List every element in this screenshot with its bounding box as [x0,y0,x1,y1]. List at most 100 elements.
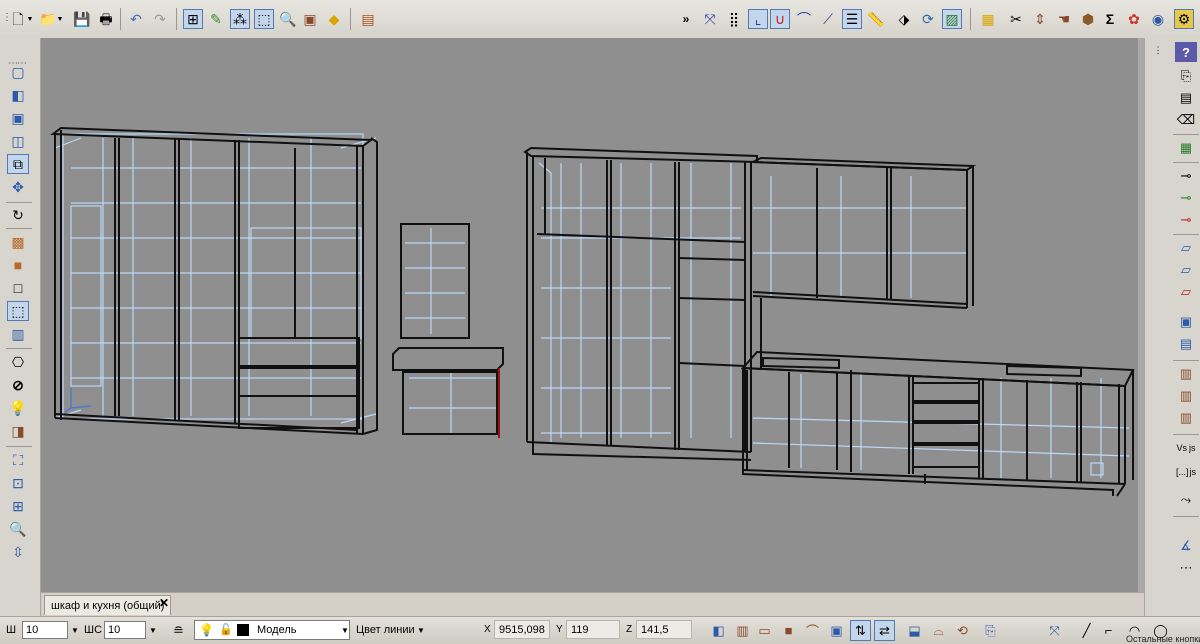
undo-icon[interactable]: ↶ [126,9,146,29]
snap-axis-icon[interactable]: ⤧ [700,9,720,29]
zoom-icon[interactable]: 🔍 [7,519,29,539]
axes-icon[interactable]: ⤧ [1044,620,1065,641]
angle-icon[interactable]: ∡ [1175,536,1197,556]
mirror-model[interactable] [400,223,470,339]
zoom-region-icon[interactable]: ⊞ [7,496,29,516]
width-input[interactable]: 10 [22,621,68,639]
magnet-icon[interactable]: ∪ [770,9,790,29]
print-icon[interactable]: 🖶 [96,9,116,29]
fastener-add-icon[interactable]: ⊸ [1175,188,1197,208]
panels-view-icon[interactable]: ▥ [7,324,29,344]
view-iso-icon[interactable]: ◧ [708,620,729,641]
panel-add-icon[interactable]: ▱ [1175,238,1197,258]
eye-icon[interactable]: ◉ [1148,9,1168,29]
pan-icon[interactable]: ⇳ [7,542,29,562]
object-icon[interactable]: ◨ [7,421,29,441]
help-icon[interactable]: ? [1175,42,1197,62]
camera-icon[interactable]: ⎔ [7,352,29,372]
package-icon[interactable]: ▦ [978,9,998,29]
save-icon[interactable]: 💾 [72,9,92,29]
scissors-icon[interactable]: ✂ [1006,9,1026,29]
frame-icon[interactable]: ▨ [942,9,962,29]
zoom-icon[interactable]: 🔍 [278,9,298,29]
fastener-remove-icon[interactable]: ⊸ [1175,210,1197,230]
view-front-icon[interactable]: ▢ [7,62,29,82]
material-icon[interactable]: ▣ [300,9,320,29]
layers-icon[interactable]: ≘ [168,620,189,641]
line-color-label[interactable]: Цвет линии [356,624,415,636]
script-icon[interactable]: [...] js [1175,462,1197,482]
sigma-icon[interactable]: Σ [1100,9,1120,29]
wardrobe-model[interactable] [50,126,378,435]
chevron-down-icon[interactable]: ▼ [414,621,428,639]
object-tree-icon[interactable]: ⊞ [183,9,203,29]
kitchen-upper-cabinets[interactable] [752,156,977,368]
grip-dots-icon[interactable]: ⋯ [1175,558,1197,578]
viewport-splitter[interactable] [1138,38,1144,592]
grip-dots-icon[interactable]: ⋮ [1153,40,1163,60]
chevron-down-icon[interactable]: ▼ [56,9,64,29]
delete-icon[interactable]: ⌫ [1175,110,1197,130]
align-icon[interactable]: ⇕ [1030,9,1050,29]
shaded-view-icon[interactable]: ■ [7,255,29,275]
vertical-snap-icon[interactable]: ⇅ [850,620,871,641]
cabinet-edit-icon[interactable]: ▥ [1175,408,1197,428]
fastener-icon[interactable]: ⊸ [1175,166,1197,186]
panel-icon[interactable]: ▥ [732,620,753,641]
rotate-body-icon[interactable]: ⟲ [952,620,973,641]
layers-icon[interactable]: ☰ [842,9,862,29]
settings-icon[interactable]: ⚙ [1174,9,1194,29]
variables-icon[interactable]: Vs js [1175,438,1197,458]
redo-icon[interactable]: ↷ [150,9,170,29]
select-icon[interactable]: ⬚ [254,9,274,29]
kitchen-tall-cabinets[interactable] [523,146,758,461]
chevron-down-icon[interactable]: ▼ [338,621,352,639]
panel-move-icon[interactable]: ▣ [1175,312,1197,332]
fit-all-icon[interactable]: ⛶ [7,450,29,470]
chevron-down-icon[interactable]: ▼ [68,621,82,639]
outline-view-icon[interactable]: □ [7,278,29,298]
view-iso-icon[interactable]: ◧ [7,85,29,105]
new-document-icon[interactable]: 🗋 [8,9,28,29]
panel-icon[interactable]: ▤ [358,9,378,29]
curve-panel-icon[interactable]: ⌒ [802,620,823,641]
rotate-view-icon[interactable]: ↻ [7,205,29,225]
tab-document[interactable]: шкаф и кухня (общий) [44,595,172,615]
line-tool-icon[interactable]: ╱ [1076,620,1097,641]
fit-window-icon[interactable]: ⊡ [7,473,29,493]
snap-curve-icon[interactable]: ⌒ [794,9,814,29]
rotate-icon[interactable]: ⟳ [918,9,938,29]
texture-icon[interactable]: ⬗ [894,9,914,29]
curve-icon[interactable]: ⤳ [1175,490,1197,510]
close-icon[interactable]: ✕ [159,596,169,610]
extrude-icon[interactable]: ⬓ [904,620,925,641]
layer-select[interactable]: 💡 🔓 Модель [194,620,350,640]
3d-viewport[interactable] [41,38,1144,592]
texture-view-icon[interactable]: ▩ [7,232,29,252]
light-icon[interactable]: 💡 [199,623,214,637]
ruler-icon[interactable]: 📏 [866,9,886,29]
view-side-icon[interactable]: ▣ [7,108,29,128]
light-icon[interactable]: 💡 [7,398,29,418]
polyline-tool-icon[interactable]: ⌐ [1098,620,1119,641]
lock-icon[interactable]: 🔓 [219,623,233,636]
profile-icon[interactable]: ▣ [826,620,847,641]
view-top-icon[interactable]: ◫ [7,131,29,151]
wireframe-icon[interactable]: ⧉ [7,154,29,174]
panel-copy-icon[interactable]: ▤ [1175,334,1197,354]
snap-tangent-icon[interactable]: ⟋ [818,9,838,29]
snap-point-icon[interactable]: ⌞ [748,9,768,29]
kitchen-base-cabinets[interactable] [740,350,1135,497]
color-icon[interactable]: ✿ [1124,9,1144,29]
paint-icon[interactable]: ◆ [324,9,344,29]
snap-grid-icon[interactable]: ⣿ [724,9,744,29]
x-coordinate[interactable]: 9515,098 [494,620,550,639]
open-folder-icon[interactable]: 📁 [38,9,58,29]
z-coordinate[interactable]: 141,5 [636,620,692,639]
copy-icon[interactable]: ⎘ [1175,66,1197,86]
block-icon[interactable]: ■ [778,620,799,641]
chevron-down-icon[interactable]: ▼ [26,9,34,29]
edit-icon[interactable]: ✎ [206,9,226,29]
transparent-view-icon[interactable]: ⬚ [7,301,29,321]
edge-icon[interactable]: ▭ [754,620,775,641]
